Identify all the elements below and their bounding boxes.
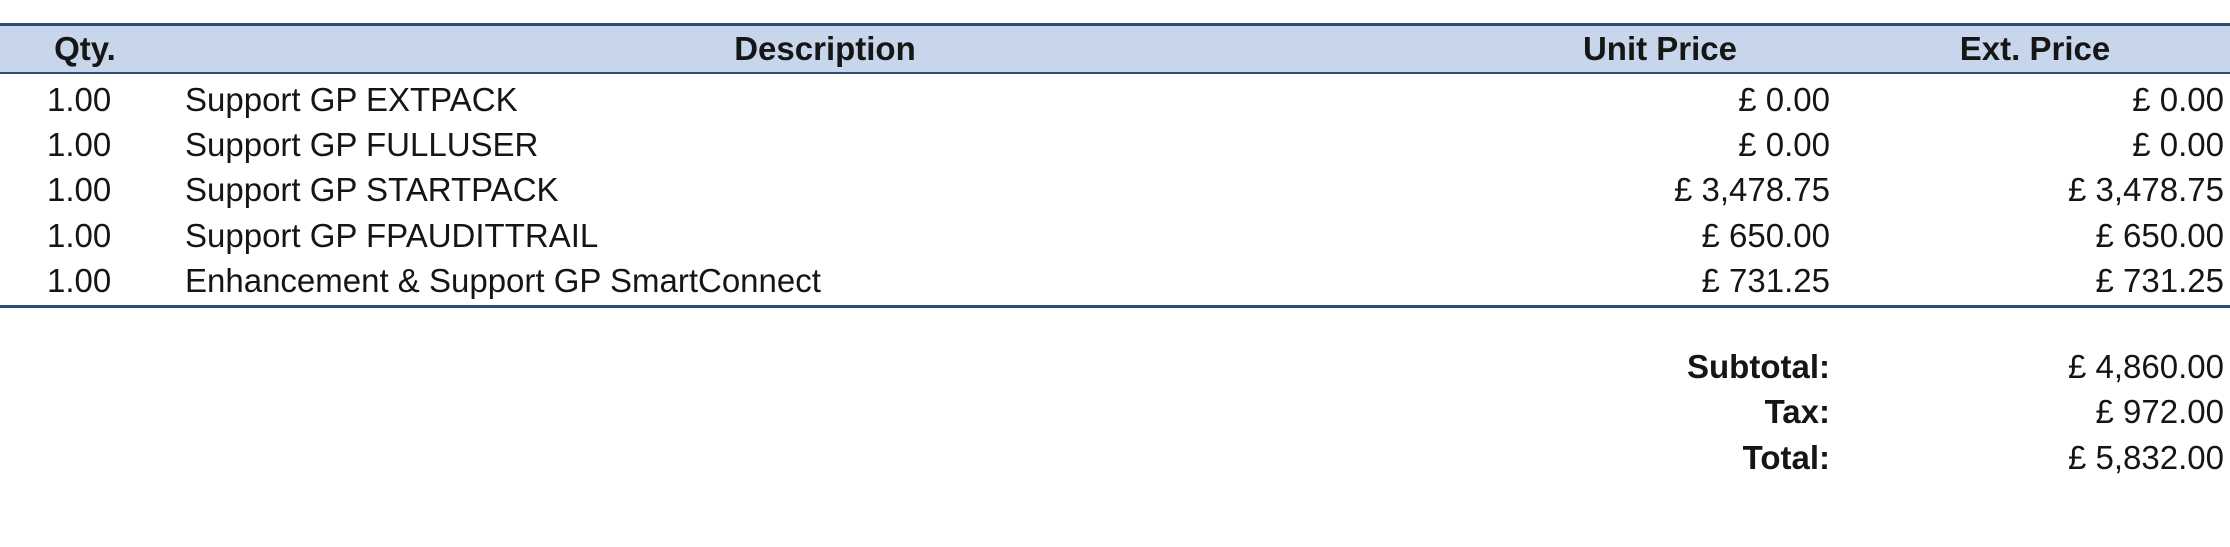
table-header-row: Qty. Description Unit Price Ext. Price [0, 26, 2230, 74]
qty-cell: 1.00 [47, 216, 112, 254]
unit-price-cell: £ 0.00 [1738, 126, 1830, 164]
unit-price-cell: £ 3,478.75 [1674, 171, 1830, 209]
grand-total-row: Total: £ 5,832.00 [0, 435, 2230, 481]
ext-price-cell: £ 650.00 [2095, 216, 2224, 254]
line-items-table: Qty. Description Unit Price Ext. Price 1… [0, 23, 2230, 308]
description-column-header: Description [734, 30, 916, 67]
qty-column-header: Qty. [54, 30, 116, 67]
description-cell: Enhancement & Support GP SmartConnect [185, 262, 821, 300]
totals-section: Subtotal: £ 4,860.00 Tax: £ 972.00 Total… [0, 344, 2230, 481]
subtotal-value: £ 4,860.00 [2068, 347, 2224, 385]
table-body: 1.00 Support GP EXTPACK £ 0.00 £ 0.00 1.… [0, 74, 2230, 305]
tax-label: Tax: [1764, 393, 1830, 431]
qty-cell: 1.00 [47, 80, 112, 118]
ext-price-cell: £ 3,478.75 [2068, 171, 2224, 209]
ext-price-cell: £ 0.00 [2132, 126, 2224, 164]
unit-price-cell: £ 650.00 [1701, 216, 1830, 254]
ext-price-cell: £ 0.00 [2132, 80, 2224, 118]
table-row: 1.00 Support GP STARTPACK £ 3,478.75 £ 3… [0, 168, 2230, 213]
unit-price-cell: £ 0.00 [1738, 80, 1830, 118]
subtotal-row: Subtotal: £ 4,860.00 [0, 344, 2230, 390]
ext-price-column-header: Ext. Price [1959, 30, 2111, 67]
subtotal-label: Subtotal: [1687, 347, 1830, 385]
table-row: 1.00 Support GP FULLUSER £ 0.00 £ 0.00 [0, 122, 2230, 167]
table-row: 1.00 Support GP EXTPACK £ 0.00 £ 0.00 [0, 77, 2230, 122]
tax-row: Tax: £ 972.00 [0, 390, 2230, 436]
invoice-sheet: Qty. Description Unit Price Ext. Price 1… [0, 0, 2230, 547]
unit-price-cell: £ 731.25 [1701, 262, 1830, 300]
table-row: 1.00 Support GP FPAUDITTRAIL £ 650.00 £ … [0, 213, 2230, 258]
qty-cell: 1.00 [47, 171, 112, 209]
description-cell: Support GP FULLUSER [185, 126, 539, 164]
qty-cell: 1.00 [47, 126, 112, 164]
description-cell: Support GP EXTPACK [185, 80, 518, 118]
total-value: £ 5,832.00 [2068, 438, 2224, 476]
tax-value: £ 972.00 [2095, 393, 2224, 431]
description-cell: Support GP FPAUDITTRAIL [185, 216, 599, 254]
description-cell: Support GP STARTPACK [185, 171, 559, 209]
qty-cell: 1.00 [47, 262, 112, 300]
table-row: 1.00 Enhancement & Support GP SmartConne… [0, 259, 2230, 304]
unit-price-column-header: Unit Price [1582, 30, 1738, 67]
total-label: Total: [1742, 438, 1830, 476]
ext-price-cell: £ 731.25 [2095, 262, 2224, 300]
